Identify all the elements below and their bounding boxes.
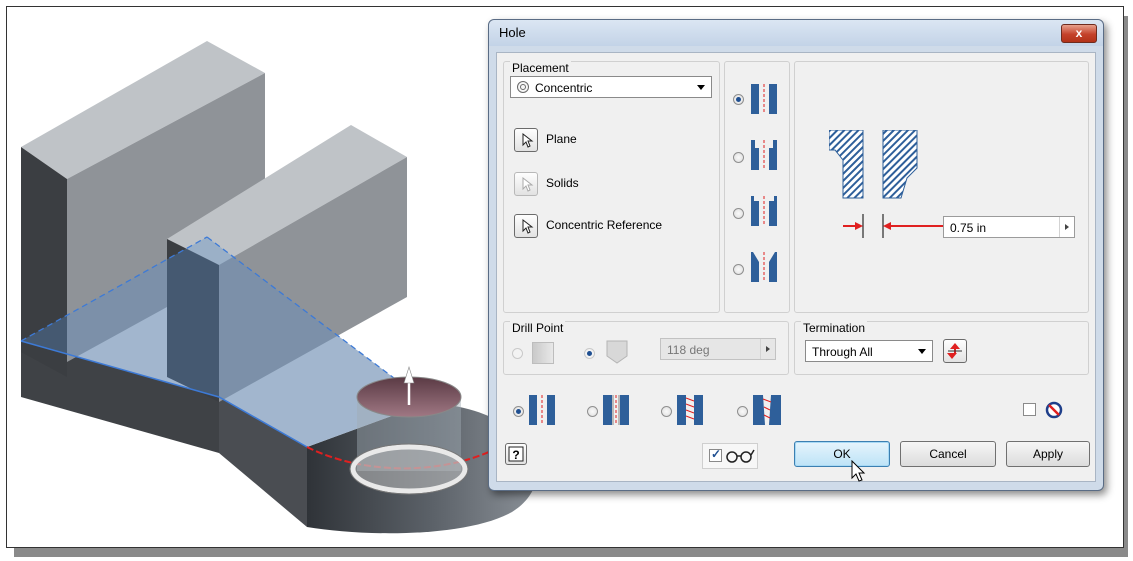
cancel-button[interactable]: Cancel (900, 441, 996, 467)
flip-direction-button[interactable] (943, 339, 967, 363)
thread-type-tapped-radio[interactable] (661, 406, 672, 417)
hole-type-group (724, 61, 790, 313)
cursor-arrow-icon (522, 218, 534, 234)
drill-angle-icon (606, 340, 628, 364)
countersink-hole-icon (751, 252, 777, 282)
help-button[interactable]: ? (505, 443, 527, 465)
help-icon: ? (508, 446, 524, 462)
diameter-input[interactable]: 0.75 in (943, 216, 1075, 238)
plane-select-button[interactable] (514, 128, 538, 152)
diameter-spin-arrow[interactable] (1059, 217, 1074, 237)
concentric-reference-select-label: Concentric Reference (546, 218, 663, 232)
hole-type-countersink-radio[interactable] (733, 264, 744, 275)
hole-preview-panel: 0.75 in (794, 61, 1089, 313)
drill-flat-icon (532, 342, 554, 364)
hole-type-simple-radio[interactable] (733, 94, 744, 105)
mouse-cursor-icon (851, 460, 866, 482)
drill-point-group-label: Drill Point (510, 321, 566, 335)
placement-group: Placement Concentric Plane Solids Concen… (503, 61, 720, 313)
cursor-arrow-icon (522, 132, 534, 148)
concentric-reference-select-button[interactable] (514, 214, 538, 238)
solids-select-button[interactable] (514, 172, 538, 196)
drill-angle-input[interactable]: 118 deg (660, 338, 776, 360)
no-icon[interactable] (1045, 401, 1063, 419)
termination-group-label: Termination (801, 321, 868, 335)
drill-angle-spin-arrow[interactable] (760, 339, 775, 359)
termination-dropdown[interactable]: Through All (805, 340, 933, 362)
drill-point-flat-radio[interactable] (512, 348, 523, 359)
drill-point-group: Drill Point 118 deg (503, 321, 789, 375)
termination-value: Through All (812, 345, 873, 359)
apply-button[interactable]: Apply (1006, 441, 1090, 467)
drill-angle-value: 118 deg (667, 343, 710, 357)
diameter-value: 0.75 in (950, 221, 987, 235)
diameter-arrows-icon (843, 214, 953, 238)
dialog-title: Hole (499, 25, 526, 40)
preview-checkbox[interactable] (709, 447, 722, 462)
flip-direction-icon (947, 343, 962, 359)
termination-group: Termination Through All (794, 321, 1089, 375)
placement-group-label: Placement (510, 61, 571, 75)
placement-type-value: Concentric (535, 81, 593, 95)
spotface-hole-icon (751, 196, 777, 226)
close-button[interactable]: x (1061, 24, 1097, 43)
clearance-hole-icon (603, 395, 629, 425)
svg-text:?: ? (512, 448, 519, 462)
taper-tapped-hole-icon (753, 395, 781, 425)
chevron-down-icon (697, 85, 705, 90)
hole-type-spotface-radio[interactable] (733, 208, 744, 219)
placement-type-dropdown[interactable]: Concentric (510, 76, 712, 98)
counterbore-hole-icon (751, 140, 777, 170)
plane-select-label: Plane (546, 132, 577, 146)
drilled-hole-icon (529, 395, 555, 425)
hole-type-counterbore-radio[interactable] (733, 152, 744, 163)
dialog-client: Placement Concentric Plane Solids Concen… (496, 52, 1096, 482)
direction-arrow-head (403, 365, 415, 384)
cursor-arrow-icon (522, 176, 534, 192)
hole-dialog: Hole x Placement Concentric Plane Solids (488, 19, 1104, 491)
preview-toggle[interactable] (702, 443, 758, 469)
hole-section-preview-icon (829, 130, 918, 199)
concentric-circle-icon (517, 81, 529, 93)
ok-button[interactable]: OK (794, 441, 890, 467)
glasses-icon (726, 449, 755, 463)
hole-preview-ring (350, 444, 468, 494)
simple-hole-icon (751, 84, 777, 114)
infer-checkbox[interactable] (1023, 403, 1036, 416)
thread-type-drilled-radio[interactable] (513, 406, 524, 417)
dialog-titlebar[interactable]: Hole x (489, 20, 1103, 46)
drill-point-angle-radio[interactable] (584, 348, 595, 359)
close-icon: x (1075, 26, 1083, 40)
tapped-hole-icon (677, 395, 703, 425)
solids-select-label: Solids (546, 176, 579, 190)
thread-type-clearance-radio[interactable] (587, 406, 598, 417)
thread-type-taper-tapped-radio[interactable] (737, 406, 748, 417)
chevron-down-icon (918, 349, 926, 354)
